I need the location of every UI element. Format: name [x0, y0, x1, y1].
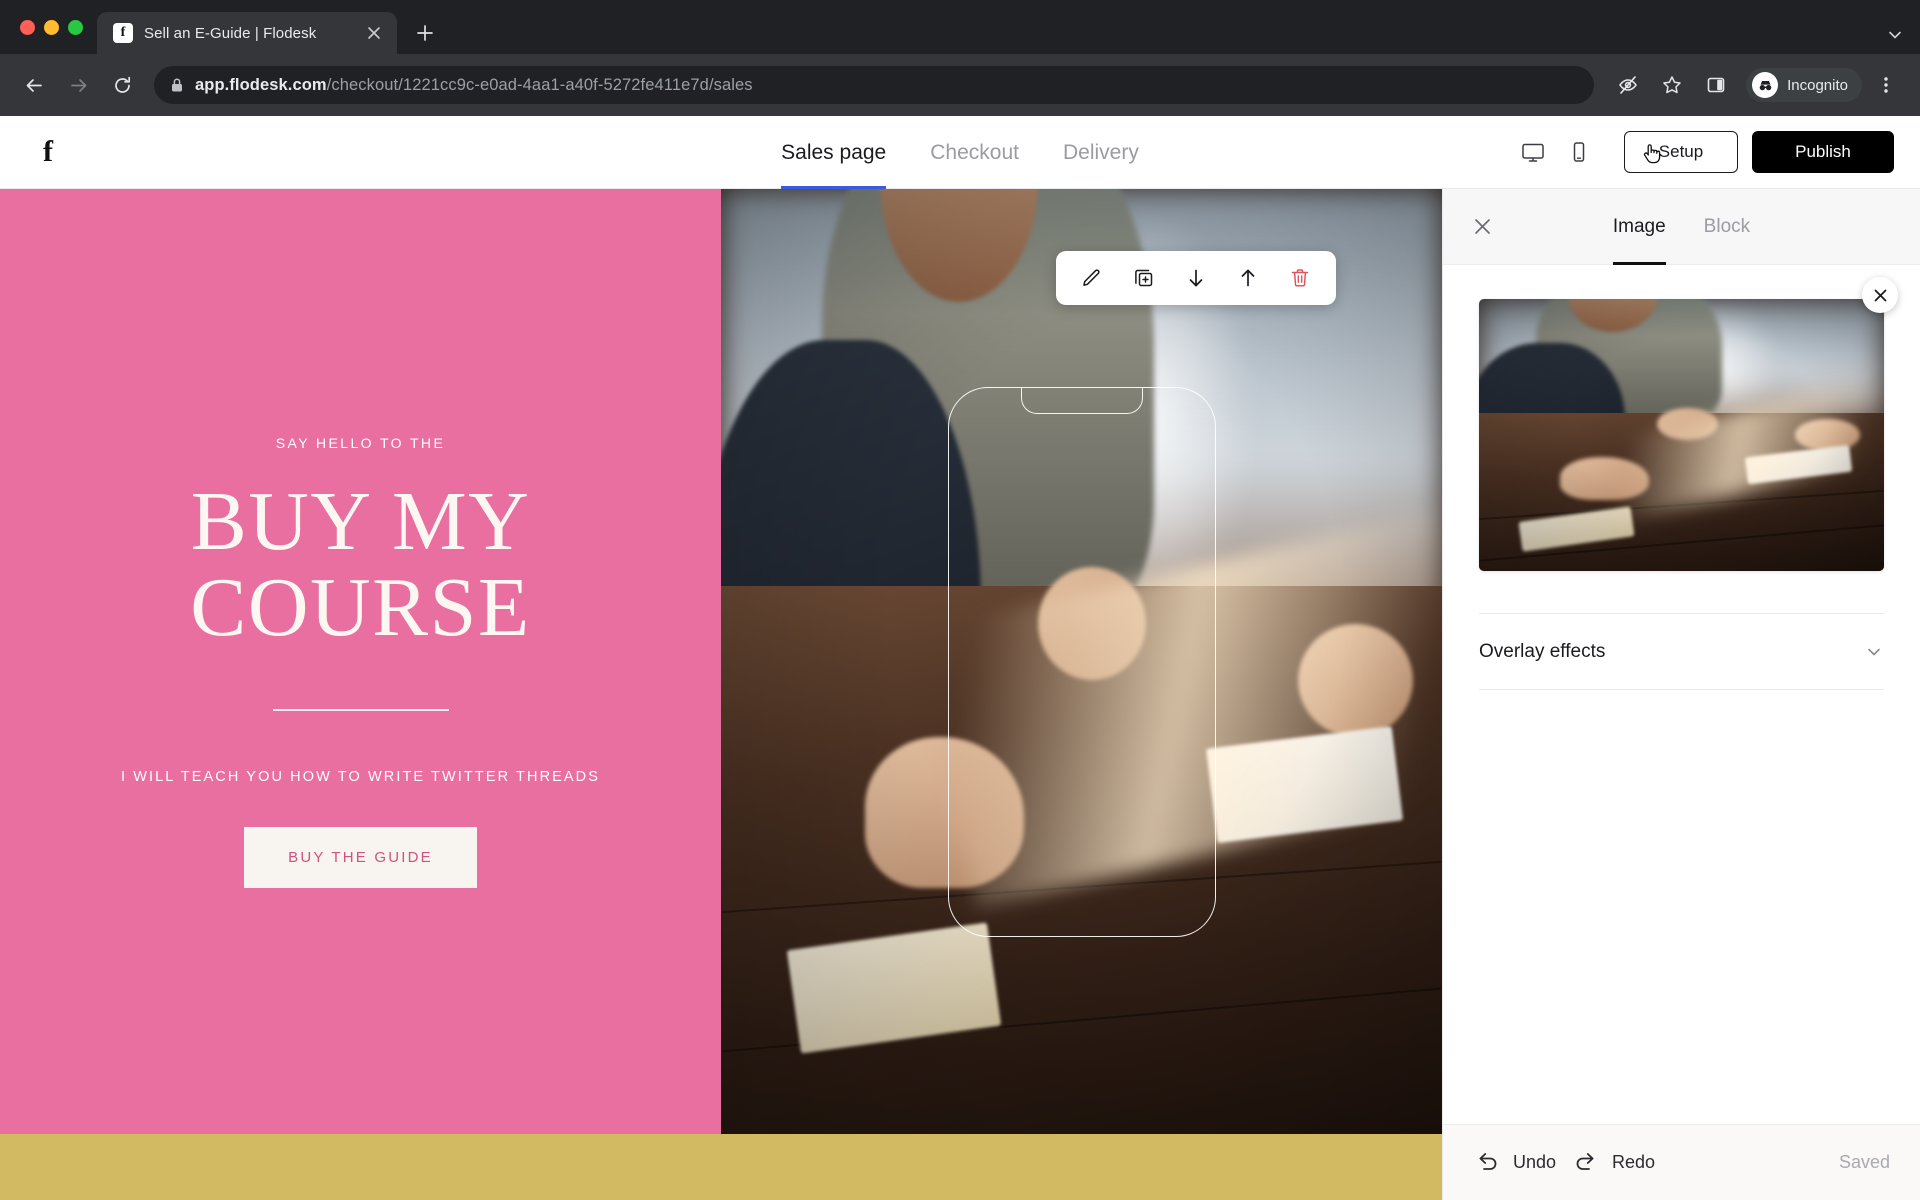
side-panel-icon[interactable]	[1696, 65, 1736, 105]
back-arrow-icon[interactable]	[14, 65, 54, 105]
panel-tabs: Image Block	[1443, 189, 1920, 265]
remove-image-button[interactable]	[1862, 277, 1898, 313]
url-host: app.flodesk.com	[195, 75, 327, 94]
app-header-actions: Setup Publish	[1516, 131, 1894, 173]
flodesk-app: f Sales page Checkout Delivery Setup Pub…	[0, 116, 1920, 1200]
flodesk-logo-icon[interactable]: f	[26, 137, 70, 167]
hero-section: SAY HELLO TO THE BUY MY COURSE I WILL TE…	[0, 189, 1442, 1134]
panel-tab-label: Block	[1703, 216, 1751, 237]
mobile-view-icon[interactable]	[1562, 135, 1596, 169]
overlay-effects-label: Overlay effects	[1479, 640, 1606, 662]
forward-arrow-icon[interactable]	[58, 65, 98, 105]
tab-delivery[interactable]: Delivery	[1063, 116, 1139, 189]
image-thumbnail[interactable]	[1479, 299, 1884, 571]
close-icon[interactable]	[361, 20, 387, 46]
browser-tab-strip: f Sell an E-Guide | Flodesk	[0, 0, 1920, 54]
profile-chip[interactable]: Incognito	[1746, 68, 1862, 102]
redo-label: Redo	[1612, 1152, 1656, 1172]
save-status: Saved	[1838, 1152, 1890, 1172]
url-path: /checkout/1221cc9c-e0ad-4aa1-a40f-5272fe…	[326, 75, 753, 94]
star-icon[interactable]	[1652, 65, 1692, 105]
hero-text-block[interactable]: SAY HELLO TO THE BUY MY COURSE I WILL TE…	[0, 189, 721, 1134]
panel-header: Image Block	[1443, 189, 1920, 265]
next-section-strip[interactable]	[0, 1134, 1442, 1200]
new-tab-button[interactable]	[407, 15, 443, 51]
incognito-avatar-icon	[1752, 72, 1779, 98]
browser-tab-title: Sell an E-Guide | Flodesk	[144, 24, 317, 42]
reload-icon[interactable]	[102, 65, 142, 105]
publish-button-label: Publish	[1795, 142, 1851, 161]
overlay-effects-accordion[interactable]: Overlay effects	[1479, 614, 1884, 690]
publish-button[interactable]: Publish	[1752, 131, 1894, 173]
redo-arrow-icon	[1572, 1149, 1600, 1177]
panel-tab-block[interactable]: Block	[1704, 189, 1750, 265]
page-canvas: SAY HELLO TO THE BUY MY COURSE I WILL TE…	[0, 189, 1442, 1200]
hero-image-block[interactable]	[721, 189, 1442, 1134]
redo-button[interactable]: Redo	[1572, 1149, 1655, 1177]
hero-divider	[272, 708, 449, 711]
tab-label: Checkout	[930, 140, 1019, 164]
close-window-button[interactable]	[20, 19, 35, 35]
tab-sales-page[interactable]: Sales page	[781, 116, 887, 189]
profile-label: Incognito	[1787, 76, 1848, 94]
eye-slash-icon[interactable]	[1608, 65, 1648, 105]
trash-delete-icon[interactable]	[1274, 251, 1326, 305]
browser-toolbar: app.flodesk.com/checkout/1221cc9c-e0ad-4…	[0, 54, 1920, 116]
image-settings-panel: Image Block Overlay effects Undo Redo Sa…	[1442, 189, 1920, 1200]
setup-button[interactable]: Setup	[1624, 131, 1738, 173]
undo-arrow-icon	[1473, 1149, 1501, 1177]
move-down-icon[interactable]	[1170, 251, 1222, 305]
tab-checkout[interactable]: Checkout	[930, 116, 1019, 189]
address-bar[interactable]: app.flodesk.com/checkout/1221cc9c-e0ad-4…	[154, 66, 1595, 104]
browser-window: f Sell an E-Guide | Flodesk app.flodesk.…	[0, 0, 1920, 1200]
undo-button[interactable]: Undo	[1473, 1149, 1556, 1177]
move-up-icon[interactable]	[1222, 251, 1274, 305]
pointing-hand-cursor-icon	[1639, 141, 1665, 167]
three-dot-menu-icon[interactable]	[1866, 65, 1906, 105]
window-traffic-lights	[18, 0, 97, 54]
panel-tab-image[interactable]: Image	[1612, 189, 1666, 265]
image-thumbnail-wrap	[1443, 265, 1920, 571]
mobile-frame-overlay	[947, 386, 1216, 937]
viewport-toggle	[1516, 135, 1596, 169]
tab-label: Delivery	[1062, 140, 1139, 164]
flodesk-f-icon: f	[113, 23, 133, 43]
hero-subheading: I WILL TEACH YOU HOW TO WRITE TWITTER TH…	[120, 768, 601, 785]
browser-toolbar-actions: Incognito	[1608, 65, 1906, 105]
chevron-down-icon	[1864, 642, 1884, 662]
pencil-edit-icon[interactable]	[1066, 251, 1118, 305]
desktop-view-icon[interactable]	[1516, 135, 1550, 169]
maximize-window-button[interactable]	[68, 19, 83, 35]
browser-tab[interactable]: f Sell an E-Guide | Flodesk	[97, 12, 397, 54]
hero-eyebrow: SAY HELLO TO THE	[275, 435, 446, 452]
buy-the-guide-button[interactable]: BUY THE GUIDE	[244, 826, 477, 888]
setup-button-label: Setup	[1658, 142, 1704, 161]
app-body: SAY HELLO TO THE BUY MY COURSE I WILL TE…	[0, 189, 1920, 1200]
duplicate-block-icon[interactable]	[1118, 251, 1170, 305]
panel-tab-label: Image	[1612, 216, 1666, 237]
tab-label: Sales page	[781, 140, 887, 164]
hero-title: BUY MY COURSE	[190, 479, 530, 650]
undo-label: Undo	[1513, 1152, 1557, 1172]
panel-body: Overlay effects	[1443, 265, 1920, 1124]
app-header: f Sales page Checkout Delivery Setup Pub…	[0, 116, 1920, 189]
image-block-toolbar	[1055, 251, 1336, 305]
chevron-down-icon[interactable]	[1886, 26, 1904, 44]
hero-title-line-1: BUY MY	[190, 475, 531, 569]
hero-title-line-2: COURSE	[190, 561, 531, 654]
lock-icon	[170, 77, 184, 93]
panel-footer: Undo Redo Saved	[1443, 1124, 1920, 1200]
minimize-window-button[interactable]	[44, 19, 59, 35]
close-icon[interactable]	[1465, 210, 1499, 244]
address-bar-text: app.flodesk.com/checkout/1221cc9c-e0ad-4…	[195, 76, 753, 95]
